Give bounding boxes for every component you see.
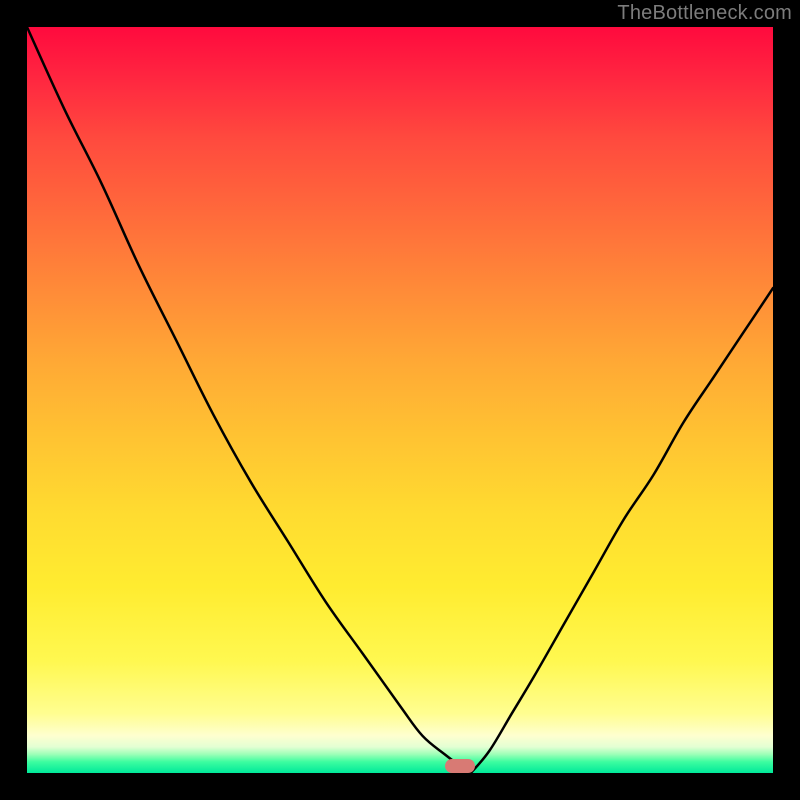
curve-right-branch [471, 288, 773, 773]
optimum-marker [445, 759, 475, 773]
plot-area [27, 27, 773, 773]
watermark-text: TheBottleneck.com [617, 2, 792, 25]
chart-frame: TheBottleneck.com [0, 0, 800, 800]
curve-svg [27, 27, 773, 773]
curve-left-branch [27, 27, 471, 773]
